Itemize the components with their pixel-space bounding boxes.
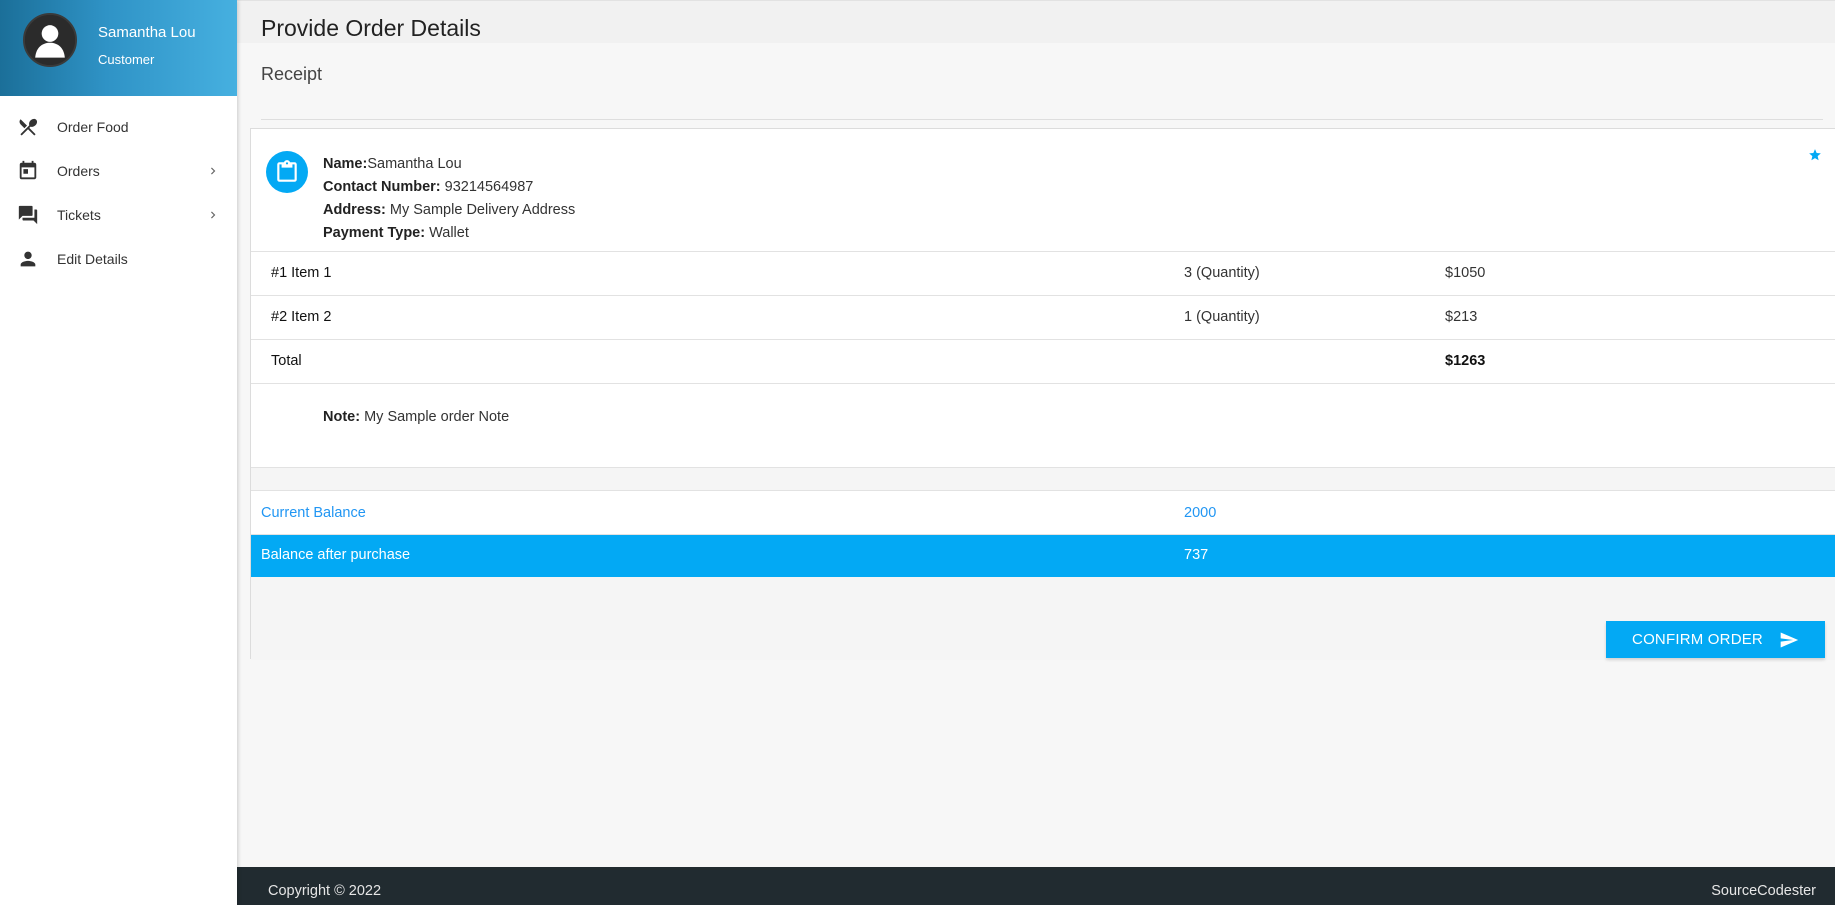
sidebar-nav: Order Food Orders Tickets Edit Details [0, 105, 237, 281]
user-avatar-icon [25, 15, 75, 65]
item-quantity: 1 (Quantity) [1184, 309, 1260, 325]
table-row: #1 Item 1 3 (Quantity) $1050 [251, 252, 1835, 296]
current-balance-value: 2000 [1184, 505, 1217, 521]
sidebar-item-label: Order Food [57, 119, 129, 135]
balance-after-value: 737 [1184, 547, 1209, 563]
user-profile-header: Samantha Lou Customer [0, 0, 237, 96]
name-label: Name: [323, 156, 368, 172]
sidebar-item-orders[interactable]: Orders [0, 149, 237, 193]
note-text: My Sample order Note [364, 409, 510, 425]
item-name: #2 Item 2 [271, 309, 332, 325]
balance-after-label: Balance after purchase [261, 547, 411, 563]
contact-number: 93214564987 [444, 179, 534, 195]
customer-info: Name:Samantha Lou Contact Number: 932145… [251, 129, 1835, 252]
receipt-card: Name:Samantha Lou Contact Number: 932145… [250, 128, 1835, 660]
user-role: Customer [98, 52, 155, 67]
chevron-right-icon [211, 167, 216, 175]
calendar-icon [16, 159, 40, 183]
delivery-address: My Sample Delivery Address [389, 202, 576, 218]
section-title: Receipt [261, 64, 323, 84]
chevron-right-icon [211, 211, 216, 219]
chat-icon [16, 203, 40, 227]
table-row: #2 Item 2 1 (Quantity) $213 [251, 296, 1835, 340]
contact-line: Contact Number: 93214564987 [323, 176, 575, 199]
footer: Copyright © 2022 SourceCodester [237, 867, 1835, 905]
total-amount: $1263 [1445, 353, 1486, 369]
confirm-order-label: CONFIRM ORDER [1632, 631, 1763, 648]
person-icon [16, 247, 40, 271]
page-title: Provide Order Details [261, 15, 481, 41]
customer-details: Name:Samantha Lou Contact Number: 932145… [323, 153, 575, 245]
spacer [251, 468, 1835, 491]
sidebar-item-edit-details[interactable]: Edit Details [0, 237, 237, 281]
confirm-order-button[interactable]: CONFIRM ORDER [1606, 621, 1825, 658]
total-row: Total $1263 [251, 340, 1835, 384]
contact-label: Contact Number: [323, 179, 441, 195]
avatar[interactable] [23, 13, 77, 67]
utensils-icon [16, 115, 40, 139]
sidebar-item-label: Tickets [57, 207, 101, 223]
payment-type: Wallet [429, 225, 469, 241]
current-balance-row: Current Balance 2000 [251, 491, 1835, 535]
copyright-text: Copyright © 2022 [268, 883, 382, 899]
sidebar-item-label: Orders [57, 163, 100, 179]
current-balance-label: Current Balance [261, 505, 366, 521]
main-content: Provide Order Details Receipt Name:Saman… [237, 0, 1835, 905]
customer-name: Samantha Lou [367, 156, 462, 172]
clipboard-icon [266, 151, 308, 193]
payment-line: Payment Type: Wallet [323, 222, 575, 245]
user-name: Samantha Lou [98, 24, 196, 41]
sidebar-item-order-food[interactable]: Order Food [0, 105, 237, 149]
divider [261, 119, 1823, 120]
sidebar: Samantha Lou Customer Order Food Orders … [0, 0, 237, 905]
sidebar-item-tickets[interactable]: Tickets [0, 193, 237, 237]
item-price: $1050 [1445, 265, 1486, 281]
actions-area: CONFIRM ORDER [251, 577, 1835, 660]
address-label: Address: [323, 202, 386, 218]
name-line: Name:Samantha Lou [323, 153, 575, 176]
footer-brand[interactable]: SourceCodester [1711, 883, 1816, 899]
item-quantity: 3 (Quantity) [1184, 265, 1260, 281]
note-label: Note: [323, 409, 361, 425]
total-label: Total [271, 353, 302, 369]
payment-label: Payment Type: [323, 225, 426, 241]
item-name: #1 Item 1 [271, 265, 332, 281]
star-icon[interactable] [1808, 148, 1822, 162]
sidebar-item-label: Edit Details [57, 251, 128, 267]
order-note: Note: My Sample order Note [251, 384, 1835, 468]
item-price: $213 [1445, 309, 1478, 325]
address-line: Address: My Sample Delivery Address [323, 199, 575, 222]
note-line: Note: My Sample order Note [323, 409, 509, 425]
send-icon [1780, 632, 1799, 647]
balance-after-row: Balance after purchase 737 [251, 535, 1835, 577]
